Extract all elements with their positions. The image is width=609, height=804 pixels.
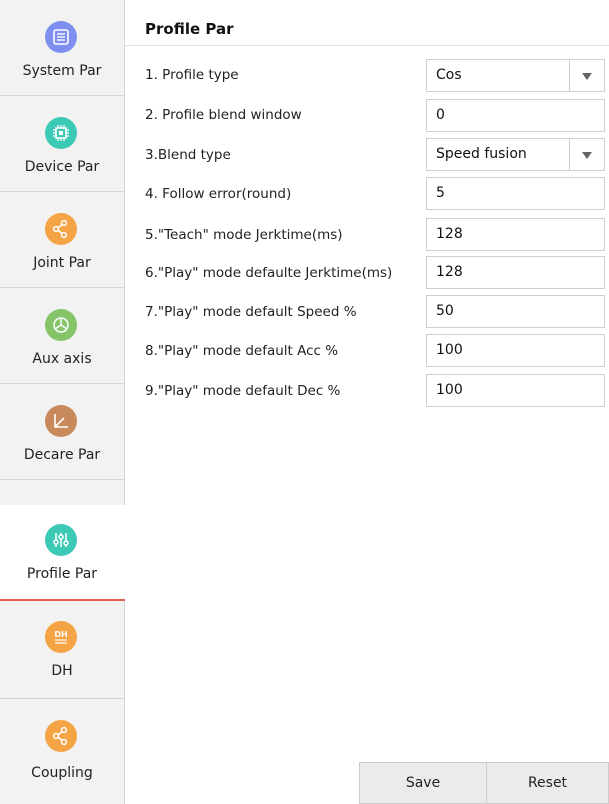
sliders-icon <box>45 21 77 53</box>
sidebar: System Par Device Par Joint Par Aux axis… <box>0 0 125 804</box>
save-button[interactable]: Save <box>359 762 487 804</box>
sidebar-item-coupling[interactable]: Coupling <box>0 700 124 804</box>
teach-jerktime-input[interactable]: 128 <box>426 218 605 251</box>
dh-icon: DH <box>45 621 77 653</box>
title-divider <box>125 45 609 46</box>
param-label-blend-type: 3.Blend type <box>145 147 231 163</box>
sidebar-item-label: Device Par <box>24 159 100 175</box>
param-label-play-speed: 7."Play" mode default Speed % <box>145 304 357 320</box>
main-panel: Profile Par 1. Profile type Cos 2. Profi… <box>125 0 609 804</box>
param-label-play-dec: 9."Play" mode default Dec % <box>145 383 341 399</box>
profile-type-value: Cos <box>436 67 462 83</box>
sidebar-item-joint-par[interactable]: Joint Par <box>0 192 124 288</box>
share-icon <box>45 720 77 752</box>
blend-type-value: Speed fusion <box>436 146 527 162</box>
svg-text:DH: DH <box>54 630 67 639</box>
param-label-teach-jerktime: 5."Teach" mode Jerktime(ms) <box>145 227 343 243</box>
sidebar-item-label: Joint Par <box>33 255 91 271</box>
sidebar-item-label: Profile Par <box>26 566 98 582</box>
play-dec-input[interactable]: 100 <box>426 374 605 407</box>
sidebar-item-label: Aux axis <box>32 351 92 367</box>
play-jerktime-input[interactable]: 128 <box>426 256 605 289</box>
param-label-blend-window: 2. Profile blend window <box>145 107 302 123</box>
tri-circle-icon <box>45 309 77 341</box>
sidebar-item-label: Decare Par <box>23 447 101 463</box>
reset-button[interactable]: Reset <box>486 762 609 804</box>
sidebar-item-label: Coupling <box>31 765 93 781</box>
param-label-play-acc: 8."Play" mode default Acc % <box>145 343 339 359</box>
sidebar-item-label: System Par <box>22 63 102 79</box>
sidebar-item-dh[interactable]: DH DH <box>0 603 124 699</box>
profile-blend-window-input[interactable]: 0 <box>426 99 605 132</box>
follow-error-input[interactable]: 5 <box>426 177 605 210</box>
param-label-follow-error: 4. Follow error(round) <box>145 186 292 202</box>
chip-icon <box>45 117 77 149</box>
chevron-down-icon[interactable] <box>569 60 604 91</box>
sidebar-item-profile-par[interactable]: Profile Par <box>0 505 125 601</box>
play-speed-input[interactable]: 50 <box>426 295 605 328</box>
sidebar-item-system-par[interactable]: System Par <box>0 0 124 96</box>
profile-type-select[interactable]: Cos <box>426 59 605 92</box>
param-label-profile-type: 1. Profile type <box>145 67 239 83</box>
share-icon <box>45 213 77 245</box>
sidebar-item-decare-par[interactable]: Decare Par <box>0 384 124 480</box>
axes-icon <box>45 405 77 437</box>
sidebar-item-device-par[interactable]: Device Par <box>0 96 124 192</box>
sidebar-item-aux-axis[interactable]: Aux axis <box>0 288 124 384</box>
equalizer-icon <box>45 524 77 556</box>
play-acc-input[interactable]: 100 <box>426 334 605 367</box>
blend-type-select[interactable]: Speed fusion <box>426 138 605 171</box>
sidebar-item-label: DH <box>51 663 73 679</box>
chevron-down-icon[interactable] <box>569 139 604 170</box>
param-label-play-jerktime: 6."Play" mode defaulte Jerktime(ms) <box>145 265 393 281</box>
page-title: Profile Par <box>145 20 234 38</box>
